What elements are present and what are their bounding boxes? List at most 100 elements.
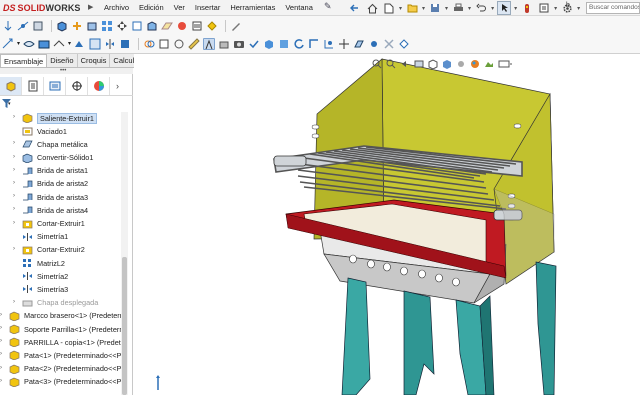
tree-item[interactable]: › Brida de arista1 [0, 165, 128, 178]
expand-arrow-icon[interactable]: › [13, 154, 15, 160]
point-icon[interactable] [368, 38, 380, 50]
dropdown-arrow-icon[interactable]: ▾ [399, 5, 402, 12]
property-manager-tab-icon[interactable] [22, 76, 44, 95]
close-mark-icon[interactable] [383, 38, 395, 50]
tree-item[interactable]: › Cortar-Extruir2 [0, 244, 128, 257]
expand-arrow-icon[interactable]: › [0, 365, 2, 371]
tree-item[interactable]: › PARRILLA - copia<1> (Predete [0, 336, 128, 349]
open-folder-icon[interactable] [405, 1, 419, 15]
interference-detection-icon[interactable] [143, 38, 155, 50]
edit-component-icon[interactable] [38, 38, 50, 50]
reference-geometry-icon[interactable] [161, 20, 173, 32]
dimxpert-manager-tab-icon[interactable] [66, 76, 88, 95]
feature-manager-tab-icon[interactable] [0, 76, 22, 95]
dropdown-arrow-icon[interactable]: ▾ [445, 5, 448, 12]
tree-item[interactable]: › Pata<3> (Predeterminado<<P [0, 376, 128, 389]
tree-item[interactable]: › Soporte Parrilla<1> (Predeterm [0, 323, 128, 336]
dropdown-arrow-icon[interactable]: ▾ [514, 5, 517, 12]
section-view-icon[interactable] [414, 59, 424, 69]
tree-item[interactable]: › Brida de arista4 [0, 204, 128, 217]
hide-show-icon[interactable] [23, 38, 35, 50]
tree-item[interactable]: MatrizL2 [0, 257, 128, 270]
linear-pattern-icon[interactable] [89, 38, 101, 50]
performance-evaluation-icon[interactable] [308, 38, 320, 50]
measure-icon[interactable] [188, 37, 200, 50]
previous-view-icon[interactable] [400, 59, 410, 69]
graphics-area[interactable] [134, 54, 640, 395]
dropdown-arrow-icon[interactable]: ▾ [17, 40, 20, 47]
file-properties-icon[interactable] [537, 1, 551, 15]
undo-icon[interactable] [474, 1, 488, 15]
expand-arrow-icon[interactable]: › [13, 140, 15, 146]
smart-dimension-icon[interactable] [17, 20, 29, 32]
pattern-icon[interactable] [101, 20, 113, 32]
smart-fasteners-icon[interactable] [53, 38, 65, 50]
show-hidden-icon[interactable] [131, 20, 143, 32]
dimension-icon[interactable] [2, 38, 14, 50]
expand-arrow-icon[interactable]: › [13, 193, 15, 199]
panel-grip[interactable]: ••• [0, 68, 133, 74]
view-settings-icon[interactable] [498, 59, 512, 69]
search-commands-input[interactable]: Buscar comandos [586, 2, 640, 14]
dropdown-arrow-icon[interactable]: ▾ [468, 5, 471, 12]
print-icon[interactable] [451, 1, 465, 15]
move-component-icon[interactable] [116, 20, 128, 32]
configuration-manager-tab-icon[interactable] [44, 76, 66, 95]
tree-item[interactable]: › Cortar-Extruir1 [0, 218, 128, 231]
mirror-components-icon[interactable] [104, 38, 116, 50]
expand-arrow-icon[interactable]: › [13, 206, 15, 212]
expand-arrow-icon[interactable]: › [13, 114, 15, 120]
hole-alignment-icon[interactable] [173, 38, 185, 50]
view-orientation-icon[interactable] [428, 59, 438, 70]
expand-arrow-icon[interactable]: › [0, 351, 2, 357]
explode-line-icon[interactable] [323, 38, 335, 50]
hide-show-items-icon[interactable] [456, 59, 466, 69]
tree-item[interactable]: › Pata<2> (Predeterminado<<P [0, 363, 128, 376]
dropdown-arrow-icon[interactable]: ▾ [422, 5, 425, 12]
expand-arrow-icon[interactable]: › [0, 325, 2, 331]
expand-arrow-icon[interactable]: › [0, 312, 2, 318]
instant3d-icon[interactable] [74, 38, 86, 50]
menu-item-0[interactable]: Archivo [104, 2, 129, 13]
tree-item[interactable]: › Pata<1> (Predeterminado<<P [0, 349, 128, 362]
camera-icon[interactable] [233, 38, 245, 50]
sketch-pen-icon[interactable] [230, 20, 242, 32]
tree-item[interactable]: › Marcco brasero<1> (Predetern [0, 310, 128, 323]
tree-item[interactable]: › Chapa metálica [0, 138, 128, 151]
mesh-icon[interactable] [398, 38, 410, 50]
tree-item[interactable]: › Saliente-Extruir1 [0, 112, 128, 125]
tool-icon[interactable] [32, 20, 44, 32]
zoom-area-icon[interactable] [386, 59, 396, 69]
assembly-features-icon[interactable] [146, 20, 158, 32]
dropdown-arrow-icon[interactable]: ▾ [491, 5, 494, 12]
display-manager-tab-icon[interactable] [88, 76, 110, 95]
tree-item[interactable]: › Brida de arista2 [0, 178, 128, 191]
brasero-model-3d[interactable] [134, 54, 640, 395]
menu-item-4[interactable]: Herramientas [230, 2, 275, 13]
expand-arrow-icon[interactable]: › [13, 220, 15, 226]
scrollbar-thumb[interactable] [122, 257, 127, 395]
expand-arrow-icon[interactable]: › [13, 299, 15, 305]
tab-1[interactable]: Diseño [47, 54, 78, 67]
cube-icon[interactable] [263, 38, 275, 50]
new-motion-study-icon[interactable] [176, 20, 188, 32]
menu-item-3[interactable]: Insertar [195, 2, 220, 13]
expand-arrow-icon[interactable]: › [13, 180, 15, 186]
tree-item[interactable]: Simetría3 [0, 283, 128, 296]
tree-item[interactable]: › Brida de arista3 [0, 191, 128, 204]
insert-part-icon[interactable] [86, 20, 98, 32]
expand-arrow-icon[interactable]: › [0, 338, 2, 344]
dropdown-arrow-icon[interactable]: ▾ [68, 40, 71, 47]
bill-of-materials-icon[interactable] [191, 20, 203, 32]
mate-icon[interactable] [71, 20, 83, 32]
chevron-right-icon[interactable]: › [116, 81, 119, 91]
clearance-verification-icon[interactable] [158, 38, 170, 50]
component-icon[interactable] [56, 20, 68, 32]
apply-scene-icon[interactable] [484, 59, 494, 69]
dropdown-arrow-icon[interactable]: ▾ [554, 5, 557, 12]
exploded-view-icon[interactable] [206, 20, 218, 32]
tree-item[interactable]: › Convertir-Sólido1 [0, 152, 128, 165]
solidworks-logo[interactable]: DS SOLIDWORKS [3, 1, 81, 15]
select-pointer-icon[interactable] [497, 1, 512, 15]
move-triad-icon[interactable] [338, 38, 350, 50]
